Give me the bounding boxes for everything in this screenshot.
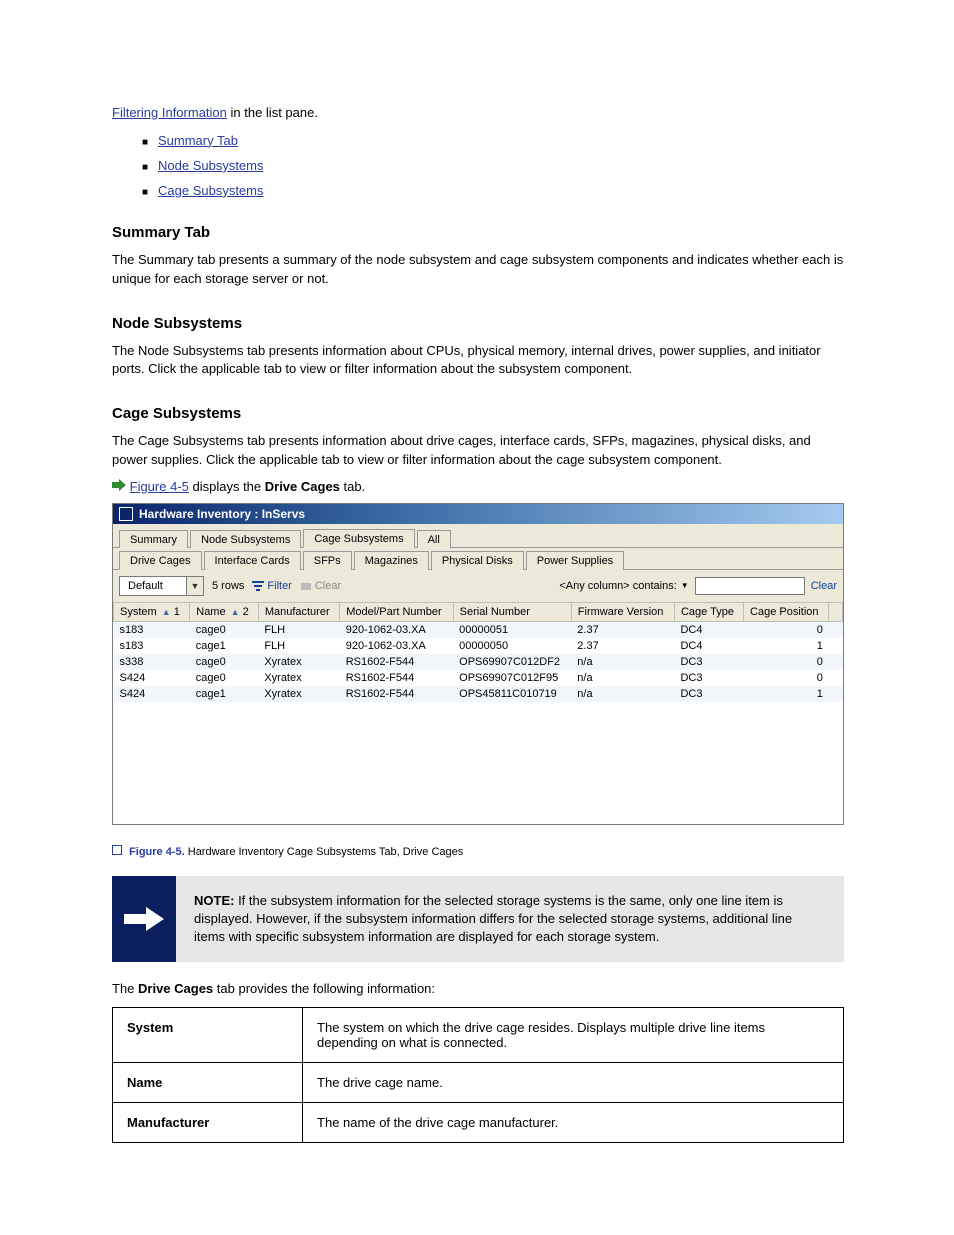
chevron-down-icon[interactable]: ▼ [186, 577, 203, 595]
grid-toolbar: Default ▼ 5 rows Filter Clear <Any colum… [113, 570, 843, 602]
col-manufacturer[interactable]: Manufacturer [258, 602, 339, 621]
heading-summary-tab: Summary Tab [112, 224, 844, 241]
subtab-magazines[interactable]: Magazines [354, 551, 429, 570]
link-figure-4-5[interactable]: Figure 4-5 [130, 479, 189, 494]
text-summary-tab: The Summary tab presents a summary of th… [112, 251, 844, 289]
col-firmware[interactable]: Firmware Version [571, 602, 674, 621]
clear-icon [300, 580, 312, 592]
subtab-power-supplies[interactable]: Power Supplies [526, 551, 624, 570]
window-titlebar: Hardware Inventory : InServs [113, 504, 843, 524]
subtab-interface-cards[interactable]: Interface Cards [204, 551, 301, 570]
drive-cages-table: System ▲ 1 Name ▲ 2 Manufacturer Model/P… [113, 602, 843, 702]
subtab-physical-disks[interactable]: Physical Disks [431, 551, 524, 570]
search-input[interactable] [695, 577, 805, 595]
filter-icon [252, 580, 264, 592]
subtab-drive-cages[interactable]: Drive Cages [119, 551, 202, 570]
col-system[interactable]: System ▲ 1 [114, 602, 190, 621]
desc-intro: The Drive Cages tab provides the followi… [112, 980, 844, 999]
clear-search-link[interactable]: Clear [811, 580, 837, 592]
view-combo[interactable]: Default ▼ [119, 576, 204, 596]
section-links: Summary Tab Node Subsystems Cage Subsyst… [112, 133, 844, 198]
tab-summary[interactable]: Summary [119, 530, 188, 548]
figure-caption: Figure 4-5. Hardware Inventory Cage Subs… [112, 845, 844, 858]
window-title: Hardware Inventory : InServs [139, 507, 305, 521]
column-description-table: SystemThe system on which the drive cage… [112, 1007, 844, 1143]
link-summary-tab[interactable]: Summary Tab [158, 133, 238, 148]
table-row[interactable]: s183cage1FLH920-1062-03.XA000000502.37DC… [114, 638, 843, 654]
sort-asc-icon: ▲ [162, 607, 171, 617]
text-node-subsystems: The Node Subsystems tab presents informa… [112, 342, 844, 380]
heading-node-subsystems: Node Subsystems [112, 315, 844, 332]
col-serial[interactable]: Serial Number [453, 602, 571, 621]
subtab-sfps[interactable]: SFPs [303, 551, 352, 570]
note-box: NOTE: If the subsystem information for t… [112, 876, 844, 963]
desc-row: ManufacturerThe name of the drive cage m… [113, 1103, 844, 1143]
col-name[interactable]: Name ▲ 2 [190, 602, 259, 621]
main-tab-row: Summary Node Subsystems Cage Subsystems … [113, 524, 843, 548]
search-column-dropdown[interactable]: <Any column> contains: ▼ [559, 580, 688, 592]
intro-line: Filtering Information in the list pane. [112, 104, 844, 123]
link-node-subsystems[interactable]: Node Subsystems [158, 158, 264, 173]
caption-marker-icon [112, 845, 122, 855]
link-filtering-information[interactable]: Filtering Information [112, 105, 227, 120]
screenshot-hardware-inventory: Hardware Inventory : InServs Summary Nod… [112, 503, 844, 825]
table-row[interactable]: S424cage1XyratexRS1602-F544OPS45811C0107… [114, 686, 843, 702]
sort-asc-icon: ▲ [231, 607, 240, 617]
table-row[interactable]: S424cage0XyratexRS1602-F544OPS69907C012F… [114, 670, 843, 686]
row-count-label: 5 rows [212, 580, 244, 592]
heading-cage-subsystems: Cage Subsystems [112, 405, 844, 422]
table-row[interactable]: s183cage0FLH920-1062-03.XA000000512.37DC… [114, 621, 843, 638]
app-icon [119, 507, 133, 521]
filter-button[interactable]: Filter [252, 580, 291, 592]
arrow-right-icon [112, 478, 126, 497]
figure-pointer-line: Figure 4-5 displays the Drive Cages tab. [112, 478, 844, 497]
note-arrow-icon [112, 876, 176, 963]
chevron-down-icon: ▼ [681, 581, 689, 590]
link-cage-subsystems[interactable]: Cage Subsystems [158, 183, 264, 198]
tab-cage-subsystems[interactable]: Cage Subsystems [303, 529, 414, 548]
note-body-text: If the subsystem information for the sel… [194, 893, 792, 944]
col-cage-position[interactable]: Cage Position [744, 602, 829, 621]
col-cage-type[interactable]: Cage Type [674, 602, 743, 621]
desc-row: SystemThe system on which the drive cage… [113, 1008, 844, 1063]
clear-filter-button[interactable]: Clear [300, 580, 341, 592]
text-cage-subsystems: The Cage Subsystems tab presents informa… [112, 432, 844, 470]
col-model[interactable]: Model/Part Number [340, 602, 453, 621]
table-row[interactable]: s338cage0XyratexRS1602-F544OPS69907C012D… [114, 654, 843, 670]
tab-all[interactable]: All [417, 530, 451, 548]
note-heading: NOTE: [194, 893, 234, 908]
tab-node-subsystems[interactable]: Node Subsystems [190, 530, 301, 548]
desc-row: NameThe drive cage name. [113, 1063, 844, 1103]
sub-tab-row: Drive Cages Interface Cards SFPs Magazin… [113, 548, 843, 570]
